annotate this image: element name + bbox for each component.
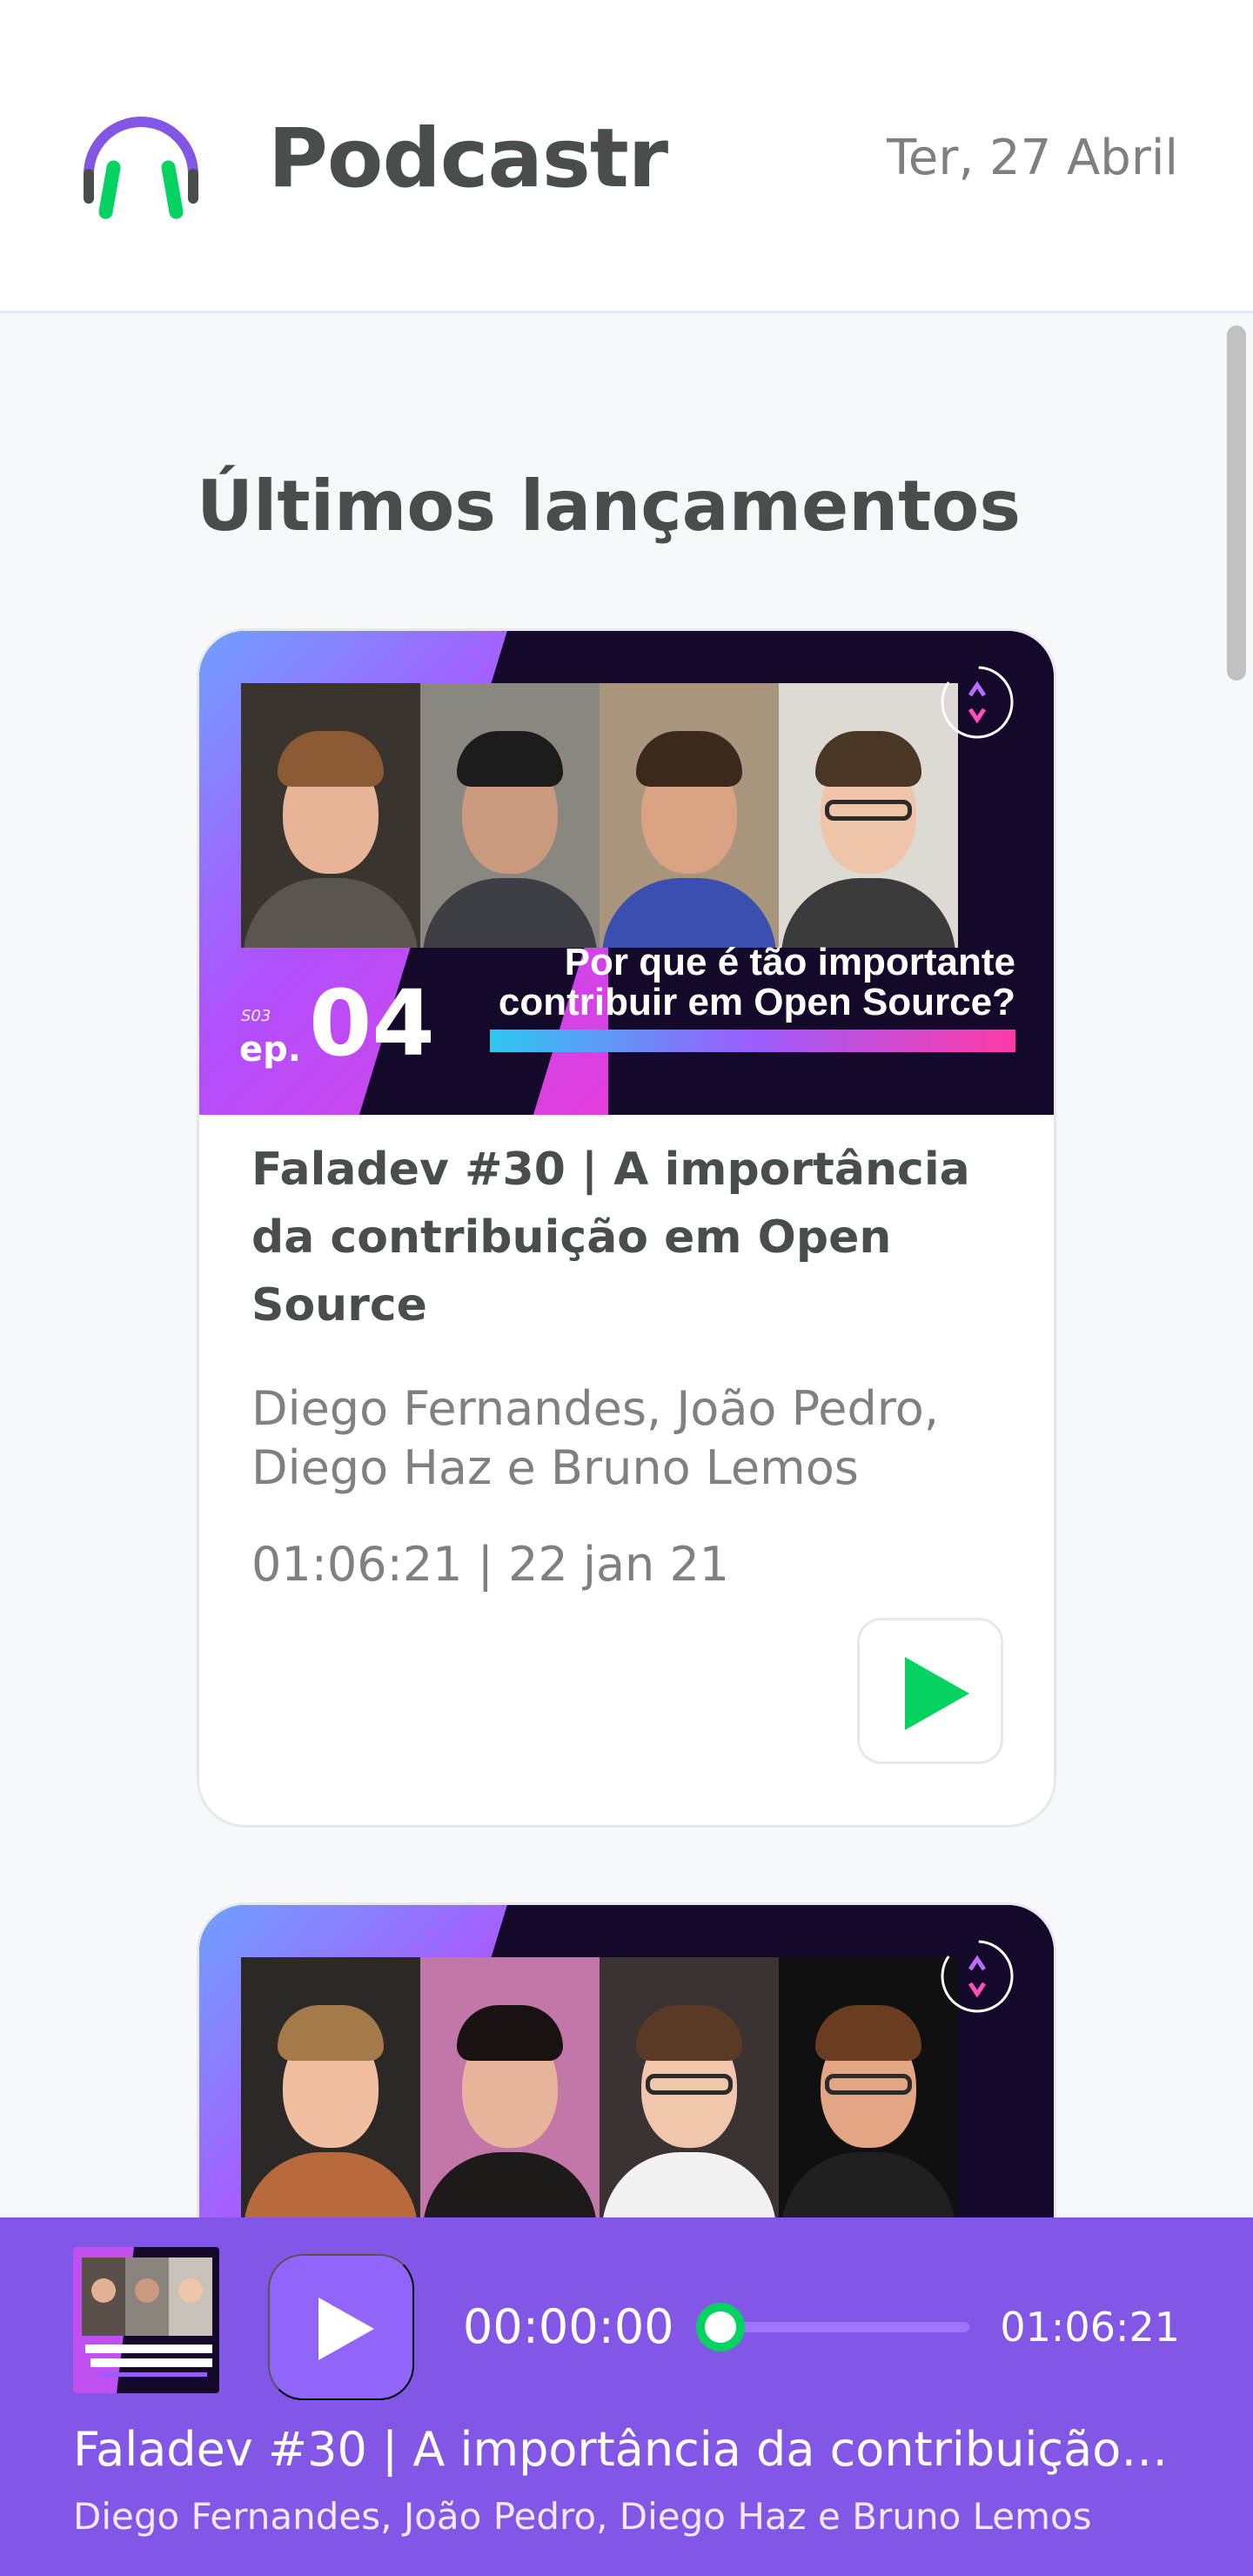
play-icon [905,1657,969,1730]
app-header: Podcastr Ter, 27 Abril [0,0,1253,313]
guest-photo [420,683,600,948]
current-date: Ter, 27 Abril [887,130,1178,186]
episode-duration: 01:06:21 [251,1537,463,1592]
meta-separator: | [477,1537,493,1592]
faladev-badge-icon [941,1940,1014,2013]
player-total-time: 01:06:21 [1000,2304,1180,2351]
player-current-time: 00:00:00 [463,2299,674,2354]
audio-player: 00:00:00 01:06:21 Faladev #30 | A import… [0,2217,1253,2576]
play-episode-button[interactable] [857,1618,1003,1764]
player-episode-thumbnail[interactable] [73,2247,219,2393]
guest-photo [420,1957,600,2222]
player-progress-track[interactable] [719,2322,969,2332]
episode-meta: 01:06:21 | 22 jan 21 [251,1536,729,1593]
episode-season: S03 [241,1007,271,1025]
episode-date: 22 jan 21 [508,1537,730,1592]
episode-number: 04 [309,970,435,1077]
thumbnail-gradient-bar [490,1030,1015,1052]
guest-photo [779,683,958,948]
scrollbar-thumb[interactable] [1227,325,1246,681]
guest-photos [241,683,958,948]
episode-thumbnail[interactable]: S03 ep. 04 Por que é tão importante cont… [199,631,1054,1115]
app-title: Podcastr [268,111,668,206]
guest-photo [600,683,779,948]
guest-photo [779,1957,958,2222]
play-icon [318,2298,374,2360]
guest-photo [241,683,420,948]
player-episode-members: Diego Fernandes, João Pedro, Diego Haz e… [73,2495,1092,2538]
episode-title[interactable]: Faladev #30 | A importância da contribui… [251,1136,1000,1339]
episode-card[interactable]: S03 ep. 04 Por que é tão importante cont… [197,628,1056,1828]
guest-photos [241,1957,958,2222]
headphones-icon [84,117,198,219]
player-episode-title: Faladev #30 | A importância da contribui… [73,2422,1180,2477]
player-thumbnail-image [73,2247,219,2393]
player-progress-handle[interactable] [696,2303,745,2351]
player-play-button[interactable] [268,2254,414,2400]
episode-members: Diego Fernandes, João Pedro, Diego Haz e… [251,1381,939,1495]
section-title-latest: Últimos lançamentos [197,466,1021,547]
guest-photo [600,1957,779,2222]
episode-label: ep. [239,1030,301,1070]
guest-photo [241,1957,420,2222]
faladev-badge-icon [941,666,1014,739]
thumbnail-headline: Por que é tão importante contribuir em O… [498,941,1015,1023]
